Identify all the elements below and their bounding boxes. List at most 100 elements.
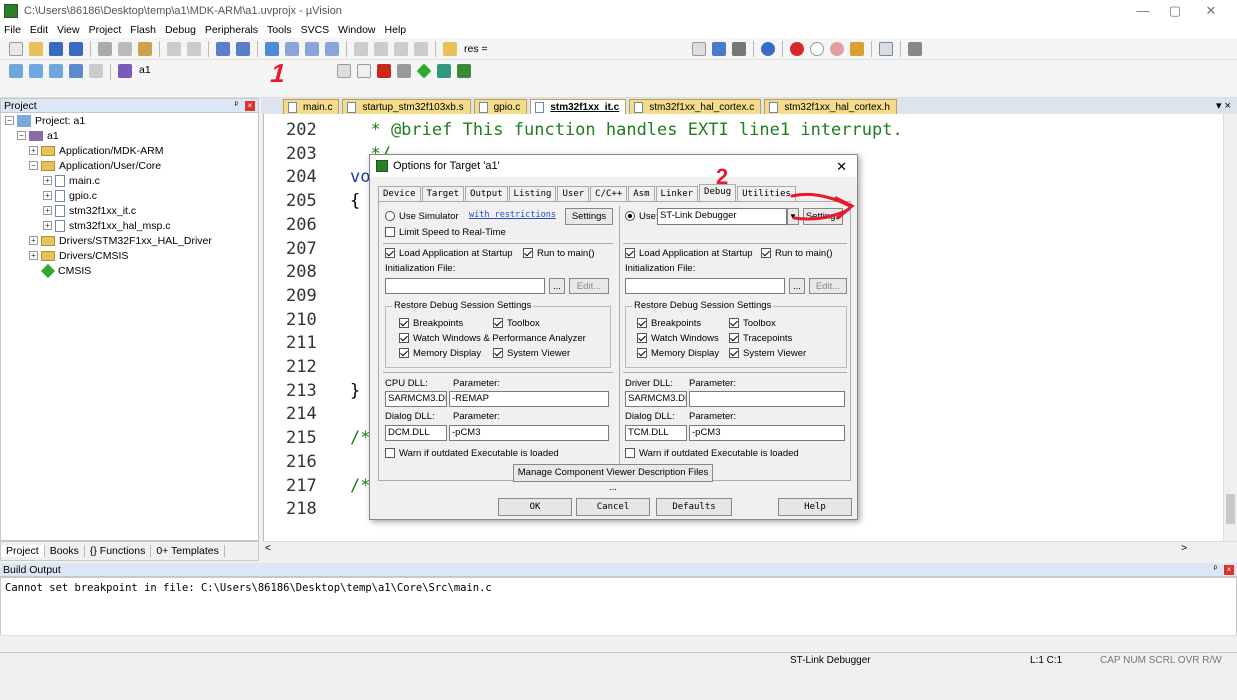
- configure-icon[interactable]: [907, 41, 922, 56]
- scroll-right-icon[interactable]: >: [1181, 543, 1187, 554]
- toolbox-checkbox[interactable]: Toolbox: [493, 318, 540, 329]
- tab-project[interactable]: Project: [1, 545, 45, 557]
- kill-all-breakpoints-icon[interactable]: [849, 41, 864, 56]
- run-to-main-checkbox[interactable]: Run to main(): [761, 248, 833, 259]
- warn-outdated-checkbox[interactable]: Warn if outdated Executable is loaded: [385, 448, 559, 459]
- with-restrictions-link[interactable]: with restrictions: [469, 210, 556, 220]
- save-all-icon[interactable]: [69, 41, 83, 56]
- breakpoint-icon[interactable]: [789, 41, 804, 56]
- tree-component[interactable]: CMSIS: [1, 263, 258, 278]
- tab-device[interactable]: Device: [378, 186, 421, 201]
- tree-group[interactable]: + Drivers/STM32F1xx_HAL_Driver: [1, 233, 258, 248]
- tracepoints-checkbox[interactable]: Tracepoints: [729, 333, 792, 344]
- breakpoints-checkbox[interactable]: Breakpoints: [399, 318, 463, 329]
- build-icon[interactable]: [29, 64, 43, 78]
- clear-bookmarks-icon[interactable]: [325, 41, 339, 56]
- kill-breakpoints-icon[interactable]: [829, 41, 844, 56]
- disable-breakpoint-icon[interactable]: [809, 41, 824, 56]
- tab-functions[interactable]: {} Functions: [85, 545, 152, 557]
- target-dropdown-icon[interactable]: [336, 64, 351, 78]
- menu-flash[interactable]: Flash: [130, 24, 156, 36]
- redo-icon[interactable]: [187, 41, 201, 56]
- tab-listing[interactable]: Listing: [508, 186, 557, 201]
- tab-output[interactable]: Output: [465, 186, 508, 201]
- tab-asm[interactable]: Asm: [628, 186, 655, 201]
- menu-debug[interactable]: Debug: [165, 24, 196, 36]
- cpu-param-input[interactable]: -REMAP: [449, 391, 609, 407]
- menu-help[interactable]: Help: [385, 24, 407, 36]
- tree-group[interactable]: + Drivers/CMSIS: [1, 248, 258, 263]
- tree-file[interactable]: + gpio.c: [1, 188, 258, 203]
- collapse-icon[interactable]: −: [5, 116, 14, 125]
- close-panel-icon[interactable]: ×: [1224, 565, 1234, 575]
- editor-vertical-scrollbar[interactable]: [1223, 114, 1237, 541]
- system-viewer-checkbox[interactable]: System Viewer: [493, 348, 570, 359]
- new-file-icon[interactable]: [9, 41, 23, 56]
- prev-bookmark-icon[interactable]: [285, 41, 299, 56]
- debugger-select[interactable]: ST-Link Debugger: [657, 208, 787, 225]
- code-line[interactable]: vo: [350, 167, 370, 187]
- unindent-icon[interactable]: [374, 41, 388, 56]
- event-recorder-icon[interactable]: [456, 64, 471, 78]
- stop-build-icon[interactable]: [89, 64, 103, 78]
- menu-view[interactable]: View: [57, 24, 80, 36]
- edit-button[interactable]: Edit...: [569, 278, 609, 294]
- tab-cpp[interactable]: C/C++: [590, 186, 628, 201]
- nav-back-icon[interactable]: [216, 41, 230, 56]
- menu-project[interactable]: Project: [89, 24, 122, 36]
- find-icon[interactable]: [731, 41, 746, 56]
- uncomment-icon[interactable]: [414, 41, 428, 56]
- expand-icon[interactable]: +: [43, 191, 52, 200]
- menu-edit[interactable]: Edit: [30, 24, 48, 36]
- pin-icon[interactable]: ᵖ: [1214, 563, 1217, 573]
- manage-component-viewer-button[interactable]: Manage Component Viewer Description File…: [513, 464, 713, 493]
- close-button[interactable]: ✕: [1196, 2, 1226, 20]
- menu-file[interactable]: File: [4, 24, 21, 36]
- build-output[interactable]: Cannot set breakpoint in file: C:\Users\…: [0, 577, 1237, 643]
- editor-tab[interactable]: startup_stm32f103xb.s: [342, 99, 471, 114]
- memory-display-checkbox[interactable]: Memory Display: [399, 348, 481, 359]
- debug-start-icon[interactable]: [760, 41, 775, 56]
- expand-icon[interactable]: +: [29, 146, 38, 155]
- init-file-input[interactable]: [385, 278, 545, 294]
- editor-tab[interactable]: gpio.c: [473, 99, 528, 114]
- cut-icon[interactable]: [98, 41, 112, 56]
- tree-group[interactable]: + Application/MDK-ARM: [1, 143, 258, 158]
- minimize-button[interactable]: —: [1128, 2, 1158, 20]
- tab-templates[interactable]: 0+ Templates: [151, 545, 225, 557]
- code-line[interactable]: }: [350, 381, 360, 401]
- cpu-dll-input[interactable]: SARMCM3.DLL: [385, 391, 447, 407]
- next-bookmark-icon[interactable]: [305, 41, 319, 56]
- pin-icon[interactable]: ᵖ: [235, 99, 238, 109]
- incremental-find-icon[interactable]: [711, 41, 726, 56]
- init-file-input[interactable]: [625, 278, 785, 294]
- indent-icon[interactable]: [354, 41, 368, 56]
- translate-icon[interactable]: [9, 64, 23, 78]
- browse-button[interactable]: ...: [789, 278, 805, 294]
- code-line[interactable]: * @brief This function handles EXTI line…: [350, 120, 902, 140]
- limit-speed-checkbox[interactable]: Limit Speed to Real-Time: [385, 227, 506, 238]
- manage-project-icon[interactable]: [376, 64, 391, 78]
- editor-horizontal-scrollbar[interactable]: < >: [263, 541, 1237, 559]
- tab-linker[interactable]: Linker: [655, 186, 699, 201]
- memory-display-checkbox[interactable]: Memory Display: [637, 348, 719, 359]
- paste-icon[interactable]: [138, 41, 152, 56]
- dialog-param-input[interactable]: -pCM3: [689, 425, 845, 441]
- expand-icon[interactable]: +: [29, 236, 38, 245]
- browse-button[interactable]: ...: [549, 278, 565, 294]
- undo-icon[interactable]: [167, 41, 181, 56]
- tab-user[interactable]: User: [557, 186, 590, 201]
- tree-file[interactable]: + stm32f1xx_it.c: [1, 203, 258, 218]
- tree-file[interactable]: + stm32f1xx_hal_msp.c: [1, 218, 258, 233]
- bookmark-icon[interactable]: [265, 41, 279, 56]
- watch-windows-checkbox[interactable]: Watch Windows: [637, 333, 719, 344]
- defaults-button[interactable]: Defaults: [656, 498, 732, 516]
- copy-icon[interactable]: [118, 41, 132, 56]
- breakpoints-checkbox[interactable]: Breakpoints: [637, 318, 701, 329]
- expand-icon[interactable]: +: [43, 221, 52, 230]
- simulator-settings-button[interactable]: Settings: [565, 208, 613, 225]
- tree-file[interactable]: + main.c: [1, 173, 258, 188]
- pack-installer-icon[interactable]: [436, 64, 451, 78]
- maximize-button[interactable]: ▢: [1160, 2, 1190, 20]
- collapse-icon[interactable]: −: [29, 161, 38, 170]
